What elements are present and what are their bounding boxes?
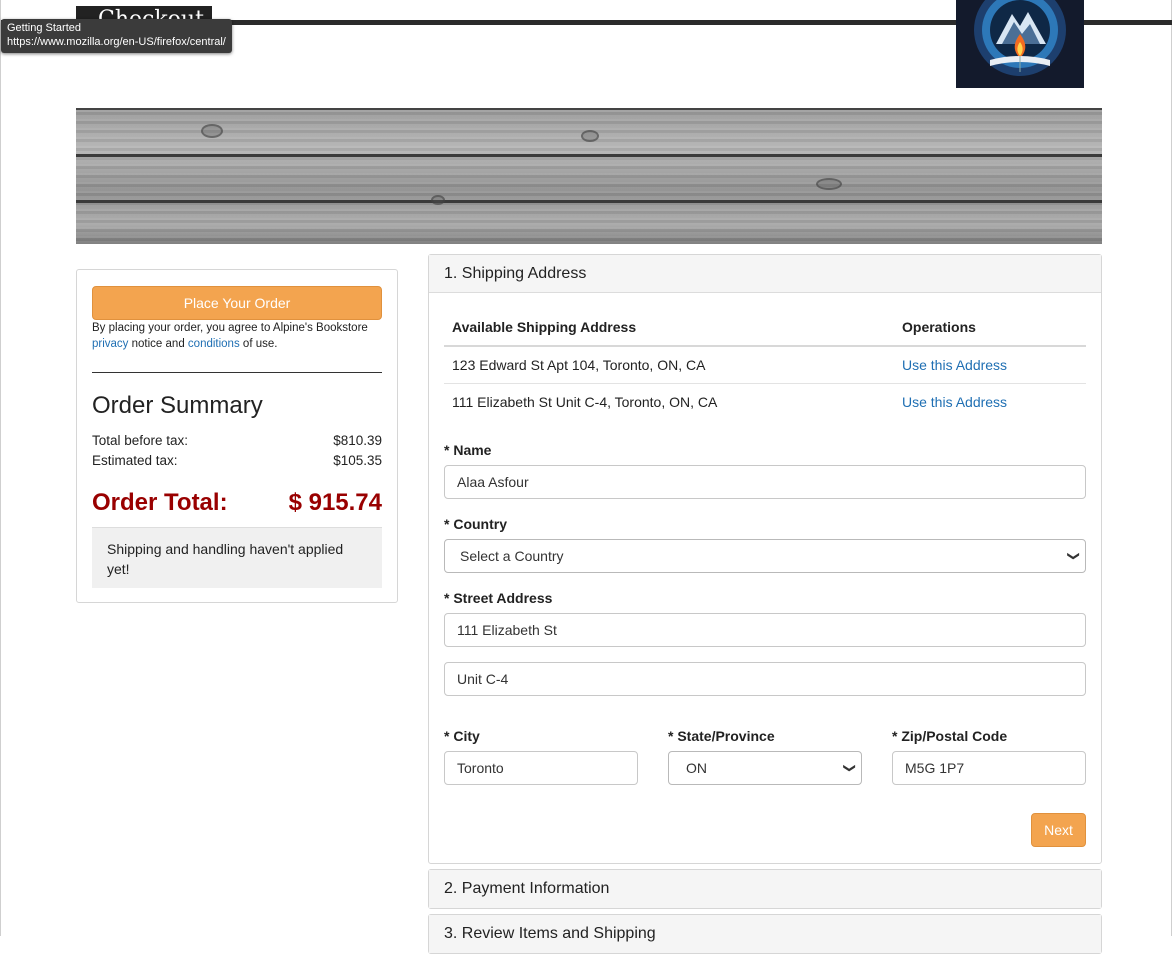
use-address-link[interactable]: Use this Address [894, 383, 1086, 420]
order-total-label: Order Total: [92, 489, 228, 516]
tooltip-url: https://www.mozilla.org/en-US/firefox/ce… [7, 36, 226, 48]
shipping-note: Shipping and handling haven't applied ye… [92, 527, 382, 588]
payment-information-panel[interactable]: 2. Payment Information [428, 869, 1102, 909]
zip-field[interactable]: M5G 1P7 [892, 751, 1086, 785]
order-total-row: Order Total: $ 915.74 [92, 489, 382, 517]
review-items-heading[interactable]: 3. Review Items and Shipping [429, 915, 1101, 953]
summary-divider [92, 372, 382, 373]
city-field[interactable]: Toronto [444, 751, 638, 785]
chevron-down-icon: ❯ [1066, 550, 1081, 562]
street-address-line1-field[interactable]: 111 Elizabeth St [444, 613, 1086, 647]
saved-addresses-table: Available Shipping Address Operations 12… [444, 309, 1086, 420]
table-row: 111 Elizabeth St Unit C-4, Toronto, ON, … [444, 383, 1086, 420]
payment-information-heading[interactable]: 2. Payment Information [429, 870, 1101, 908]
country-selected-value: Select a Country [460, 548, 564, 564]
name-label: * Name [444, 442, 492, 458]
chevron-down-icon: ❯ [842, 762, 857, 774]
total-before-tax-row: Total before tax: $810.39 [92, 433, 382, 448]
place-order-button[interactable]: Place Your Order [92, 286, 382, 320]
address-column-header: Available Shipping Address [444, 309, 894, 347]
city-label: * City [444, 728, 480, 744]
address-cell: 111 Elizabeth St Unit C-4, Toronto, ON, … [452, 393, 718, 410]
agreement-prefix: By placing your order, you agree to Alpi… [92, 322, 368, 334]
notice-and-text: notice and [131, 338, 185, 350]
next-button[interactable]: Next [1031, 813, 1086, 847]
order-summary-title: Order Summary [92, 392, 263, 419]
tooltip-title: Getting Started [7, 22, 81, 34]
review-items-panel[interactable]: 3. Review Items and Shipping [428, 914, 1102, 954]
state-select[interactable]: ON ❯ [668, 751, 862, 785]
privacy-link[interactable]: privacy [92, 338, 128, 350]
table-row: 123 Edward St Apt 104, Toronto, ON, CA U… [444, 346, 1086, 384]
zip-label: * Zip/Postal Code [892, 728, 1008, 744]
agreement-text: By placing your order, you agree to Alpi… [92, 320, 392, 352]
conditions-link[interactable]: conditions [188, 338, 240, 350]
address-cell: 123 Edward St Apt 104, Toronto, ON, CA [444, 346, 894, 384]
tax-value: $105.35 [333, 453, 382, 468]
country-label: * Country [444, 516, 507, 532]
tax-label: Estimated tax: [92, 453, 178, 468]
before-tax-label: Total before tax: [92, 433, 189, 448]
bookstore-logo[interactable] [956, 0, 1084, 88]
operations-column-header: Operations [894, 309, 1086, 347]
state-label: * State/Province [668, 728, 775, 744]
shipping-address-panel: 1. Shipping Address Available Shipping A… [428, 254, 1102, 864]
use-address-link[interactable]: Use this Address [894, 346, 1086, 384]
order-total-value: $ 915.74 [288, 489, 382, 516]
estimated-tax-row: Estimated tax: $105.35 [92, 453, 382, 468]
name-field[interactable]: Alaa Asfour [444, 465, 1086, 499]
country-select[interactable]: Select a Country ❯ [444, 539, 1086, 573]
logo-emblem-icon [974, 0, 1066, 76]
before-tax-value: $810.39 [333, 433, 382, 448]
link-tooltip: Getting Started https://www.mozilla.org/… [1, 19, 232, 53]
of-use-text: of use. [242, 338, 278, 350]
street-address-label: * Street Address [444, 590, 553, 606]
wood-banner [76, 108, 1102, 244]
shipping-address-heading[interactable]: 1. Shipping Address [429, 255, 1101, 293]
order-summary-panel: Place Your Order By placing your order, … [76, 269, 398, 603]
state-selected-value: ON [686, 760, 707, 776]
street-address-line2-field[interactable]: Unit C-4 [444, 662, 1086, 696]
